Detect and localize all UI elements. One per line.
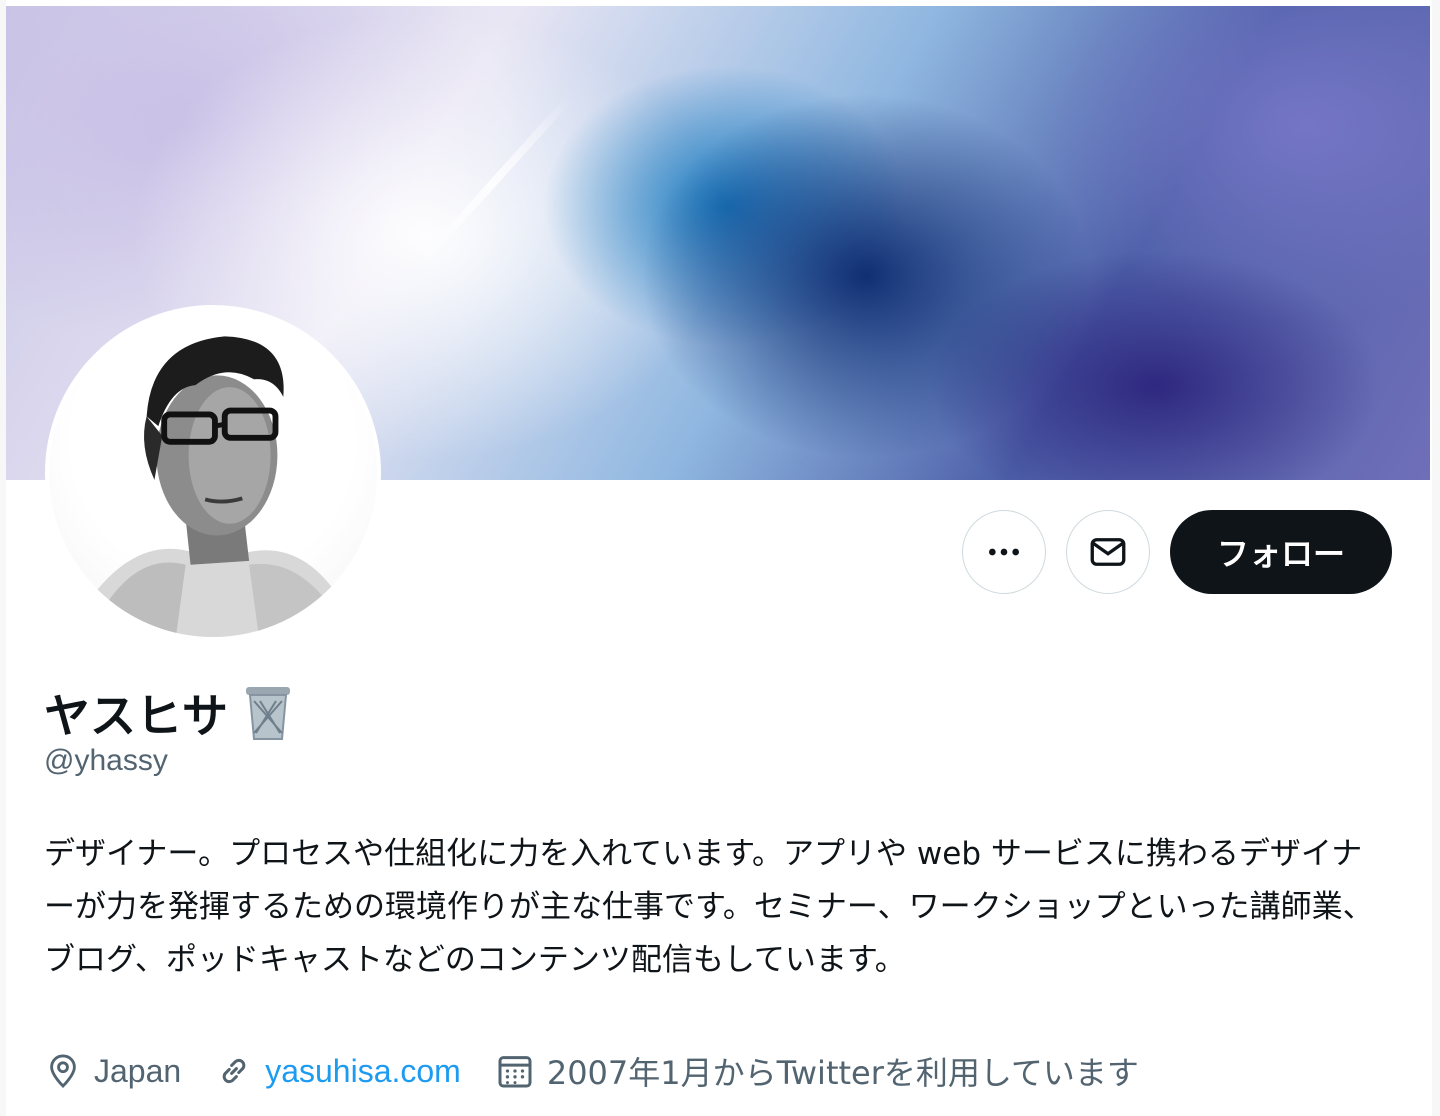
profile-meta-row: Japan yasuhisa.com 2007年1月からTwitterを利用して… bbox=[44, 1048, 1139, 1094]
avatar-portrait-illustration bbox=[88, 336, 342, 637]
location-item: Japan bbox=[44, 1052, 181, 1090]
banner-light-streak bbox=[412, 96, 572, 273]
message-button[interactable] bbox=[1066, 510, 1150, 594]
website-item[interactable]: yasuhisa.com bbox=[215, 1052, 461, 1090]
joined-text: 2007年1月からTwitterを利用しています bbox=[546, 1054, 1139, 1092]
envelope-icon bbox=[1090, 538, 1126, 566]
profile-avatar[interactable] bbox=[45, 305, 381, 641]
more-button[interactable] bbox=[962, 510, 1046, 594]
calendar-icon bbox=[498, 1056, 532, 1088]
location-pin-icon bbox=[50, 1054, 76, 1089]
profile-display-name-row: ヤスヒサ bbox=[44, 680, 294, 746]
joined-item: 2007年1月からTwitterを利用しています bbox=[495, 1048, 1139, 1094]
display-name: ヤスヒサ bbox=[44, 689, 228, 743]
more-dots-icon bbox=[989, 548, 1019, 556]
profile-page: フォロー ヤスヒサ @yhassy デザイナー。プロセスや仕組化に力を入れていま… bbox=[0, 0, 1440, 1116]
location-text: Japan bbox=[94, 1052, 182, 1089]
profile-handle: @yhassy bbox=[44, 744, 168, 777]
wastebasket-emoji-icon bbox=[246, 687, 290, 740]
profile-bio: デザイナー。プロセスや仕組化に力を入れています。アプリや web サービスに携わ… bbox=[44, 836, 1374, 978]
profile-action-buttons: フォロー bbox=[962, 510, 1392, 594]
link-icon bbox=[222, 1058, 246, 1084]
follow-button[interactable]: フォロー bbox=[1170, 510, 1392, 594]
website-link[interactable]: yasuhisa.com bbox=[265, 1053, 461, 1090]
